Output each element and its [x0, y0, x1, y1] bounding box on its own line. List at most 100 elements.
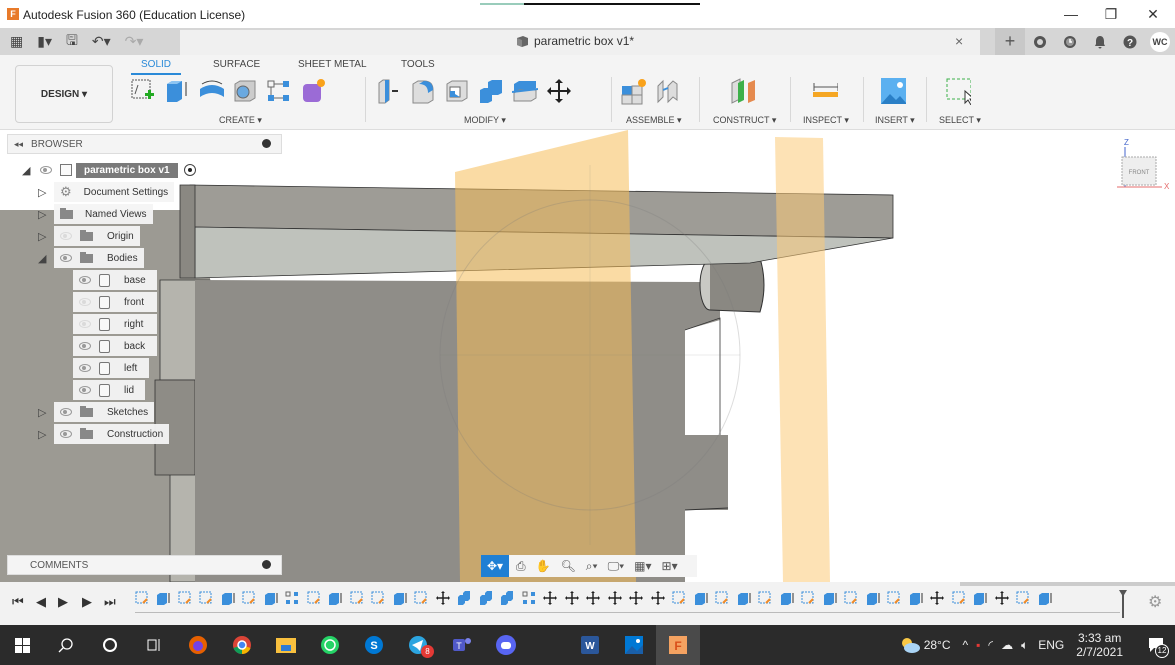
hidden-eye-icon[interactable] — [79, 320, 91, 328]
timeline-feature[interactable] — [1037, 590, 1052, 606]
timeline-feature[interactable] — [242, 590, 257, 606]
redo-icon[interactable]: ↷▾ — [125, 33, 144, 50]
close-tab-icon[interactable]: × — [955, 33, 963, 49]
viewports-icon[interactable]: ⊞▾ — [659, 555, 681, 577]
timeline-feature[interactable] — [973, 590, 988, 606]
hole-icon[interactable] — [232, 77, 258, 105]
timeline-feature[interactable] — [865, 590, 880, 606]
timeline-feature[interactable] — [371, 590, 386, 606]
skype-icon[interactable]: S — [352, 625, 396, 665]
select-window-icon[interactable] — [945, 77, 971, 105]
tab-sheet-metal[interactable]: SHEET METAL — [298, 59, 367, 70]
body-item-back[interactable]: back — [73, 336, 157, 356]
timeline-feature[interactable] — [349, 590, 364, 606]
teams-icon[interactable]: T — [440, 625, 484, 665]
timeline-feature[interactable] — [263, 590, 278, 606]
timeline-feature[interactable] — [457, 590, 472, 606]
body-item-left[interactable]: left — [73, 358, 149, 378]
insert-image-icon[interactable] — [880, 77, 906, 105]
split-body-icon[interactable] — [512, 77, 538, 105]
timeline-feature[interactable] — [306, 590, 321, 606]
timeline-feature[interactable] — [736, 590, 751, 606]
weather-temp[interactable]: 28°C — [924, 638, 951, 652]
timeline-marker[interactable] — [1119, 590, 1127, 618]
collapse-browser-icon[interactable]: ◂◂ — [14, 139, 23, 150]
minimize-button[interactable]: — — [1056, 4, 1086, 24]
chrome-icon[interactable] — [220, 625, 264, 665]
extrude-icon[interactable] — [164, 77, 190, 105]
language-indicator[interactable]: ENG — [1038, 638, 1064, 652]
show-hidden-icons[interactable]: ^ — [963, 638, 969, 652]
timeline-feature[interactable] — [607, 590, 622, 606]
step-forward-button[interactable]: ▶ — [82, 594, 92, 610]
pattern-icon[interactable] — [266, 77, 292, 105]
timeline-feature[interactable] — [930, 590, 945, 606]
visibility-eye-icon[interactable] — [79, 342, 91, 350]
tree-item-document-settings[interactable]: ▷ ⚙ Document Settings — [38, 182, 175, 202]
clock[interactable]: 3:33 am 2/7/2021 — [1076, 631, 1123, 659]
data-panel-grid-icon[interactable]: ▦ — [10, 33, 23, 50]
volume-icon[interactable]: 🔈︎ — [1021, 638, 1028, 653]
restore-button[interactable]: ❐ — [1096, 4, 1126, 24]
windows-start-icon[interactable] — [0, 625, 44, 665]
file-menu-icon[interactable]: ▮▾ — [37, 33, 52, 50]
photos-icon[interactable] — [612, 625, 656, 665]
visibility-eye-icon[interactable] — [79, 276, 91, 284]
play-button[interactable]: ▶ — [58, 594, 68, 610]
job-status-icon[interactable] — [1055, 28, 1085, 55]
save-icon[interactable]: 🖫 — [66, 30, 78, 54]
step-back-button[interactable]: ◀ — [36, 594, 46, 610]
model-canvas[interactable] — [0, 130, 1175, 582]
timeline-feature[interactable] — [801, 590, 816, 606]
timeline-feature[interactable] — [650, 590, 665, 606]
shell-icon[interactable] — [444, 77, 470, 105]
close-window-button[interactable]: ✕ — [1138, 4, 1168, 24]
word-icon[interactable]: W — [568, 625, 612, 665]
weather-icon[interactable] — [896, 625, 924, 665]
select-menu[interactable]: SELECT ▾ — [939, 115, 981, 126]
notifications-bell-icon[interactable] — [1085, 28, 1115, 55]
assemble-menu[interactable]: ASSEMBLE ▾ — [626, 115, 682, 126]
timeline-feature[interactable] — [220, 590, 235, 606]
go-to-start-button[interactable]: ⏮ — [12, 594, 24, 610]
firefox-icon[interactable] — [176, 625, 220, 665]
hidden-eye-icon[interactable] — [60, 232, 72, 240]
create-form-icon[interactable] — [300, 77, 326, 105]
view-cube[interactable]: Z X FRONT — [1112, 137, 1170, 192]
body-item-base[interactable]: base — [73, 270, 157, 290]
timeline-feature[interactable] — [564, 590, 579, 606]
timeline-feature[interactable] — [134, 590, 149, 606]
modify-menu[interactable]: MODIFY ▾ — [464, 115, 506, 126]
construct-menu[interactable]: CONSTRUCT ▾ — [713, 115, 776, 126]
fit-zoom-window-icon[interactable]: ⌕▾ — [583, 555, 601, 577]
tray-app-icon[interactable]: ▪ — [976, 638, 980, 652]
timeline-feature[interactable] — [672, 590, 687, 606]
timeline-settings-icon[interactable]: ⚙ — [1148, 592, 1162, 612]
new-tab-button[interactable]: + — [995, 28, 1025, 55]
timeline-feature[interactable] — [844, 590, 859, 606]
tab-tools[interactable]: TOOLS — [401, 59, 435, 70]
timeline-feature[interactable] — [586, 590, 601, 606]
orbit-icon[interactable]: ✥▾ — [481, 555, 509, 577]
visibility-eye-icon[interactable] — [79, 364, 91, 372]
browser-panel-header[interactable]: ◂◂ BROWSER — [7, 134, 282, 154]
help-icon[interactable]: ? — [1115, 28, 1145, 55]
revolve-icon[interactable] — [198, 77, 224, 105]
tree-item-sketches[interactable]: ▷ Sketches — [38, 402, 155, 422]
visibility-eye-icon[interactable] — [79, 386, 91, 394]
timeline-feature[interactable] — [758, 590, 773, 606]
measure-icon[interactable] — [812, 77, 838, 105]
joint-icon[interactable] — [654, 77, 680, 105]
task-view-icon[interactable] — [132, 625, 176, 665]
action-center-icon[interactable]: 12 — [1141, 625, 1171, 665]
collapsed-icon[interactable]: ▷ — [38, 186, 50, 199]
wifi-icon[interactable]: ◜ — [988, 638, 993, 652]
tree-item-bodies[interactable]: ◢ Bodies — [38, 248, 144, 268]
fusion360-taskbar-icon[interactable]: F — [656, 625, 700, 665]
visibility-eye-icon[interactable] — [40, 166, 52, 174]
display-settings-icon[interactable]: 🖵▾ — [605, 555, 628, 577]
collapsed-icon[interactable]: ▷ — [38, 230, 50, 243]
timeline-feature[interactable] — [822, 590, 837, 606]
timeline-feature[interactable] — [693, 590, 708, 606]
timeline-feature[interactable] — [521, 590, 536, 606]
